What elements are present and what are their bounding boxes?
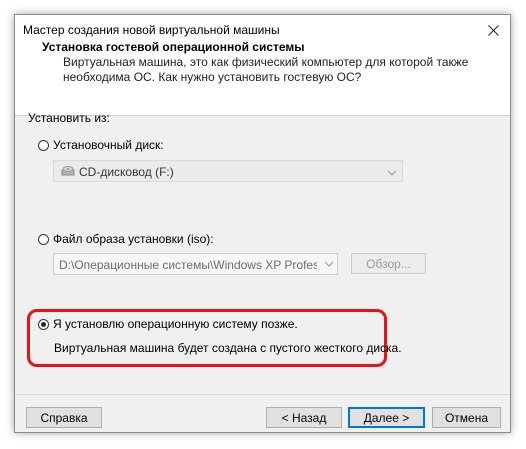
iso-dropdown-button bbox=[320, 254, 337, 274]
iso-path-value: D:\Операционные системы\Windows XP Profe… bbox=[59, 258, 317, 272]
help-button[interactable]: Справка bbox=[26, 407, 102, 428]
radio-button-iso[interactable] bbox=[38, 233, 49, 245]
iso-path-combo: D:\Операционные системы\Windows XP Profe… bbox=[53, 253, 338, 275]
wizard-header: Установка гостевой операционной системы … bbox=[15, 40, 510, 116]
radio-option-iso[interactable]: Файл образа установки (iso): bbox=[38, 232, 214, 246]
cd-drive-icon bbox=[61, 165, 75, 180]
browse-button: Обзор... bbox=[351, 253, 426, 274]
page-title: Установка гостевой операционной системы bbox=[42, 40, 305, 54]
wizard-dialog: Мастер создания новой виртуальной машины… bbox=[14, 14, 511, 433]
page-subtitle-line-2: необходима ОС. Как нужно установить гост… bbox=[63, 70, 362, 84]
next-button[interactable]: Далее > bbox=[348, 407, 425, 428]
close-icon bbox=[487, 24, 499, 36]
radio-label-iso: Файл образа установки (iso): bbox=[53, 232, 214, 246]
radio-button-later[interactable] bbox=[38, 318, 49, 330]
radio-button-disc[interactable] bbox=[38, 139, 49, 151]
close-button[interactable] bbox=[476, 15, 510, 45]
page-subtitle: Виртуальная машина, это как физический к… bbox=[63, 55, 468, 85]
chevron-down-icon bbox=[324, 261, 333, 267]
wizard-footer: Справка < Назад Далее > Отмена bbox=[15, 394, 510, 433]
page-subtitle-line-1: Виртуальная машина, это как физический к… bbox=[63, 55, 469, 69]
radio-option-disc[interactable]: Установочный диск: bbox=[38, 138, 164, 152]
disc-drive-select: CD-дисковод (F:) bbox=[53, 160, 403, 182]
radio-label-disc: Установочный диск: bbox=[53, 138, 164, 152]
disc-drive-value: CD-дисковод (F:) bbox=[79, 165, 174, 179]
later-description: Виртуальная машина будет создана с пусто… bbox=[54, 341, 402, 355]
window-title: Мастер создания новой виртуальной машины bbox=[23, 23, 280, 37]
radio-label-later: Я установлю операционную систему позже. bbox=[53, 317, 298, 331]
install-from-label: Установить из: bbox=[28, 111, 110, 125]
cancel-button[interactable]: Отмена bbox=[432, 407, 501, 428]
radio-option-later[interactable]: Я установлю операционную систему позже. bbox=[38, 317, 298, 331]
back-button[interactable]: < Назад bbox=[266, 407, 342, 428]
chevron-down-icon bbox=[387, 166, 397, 180]
